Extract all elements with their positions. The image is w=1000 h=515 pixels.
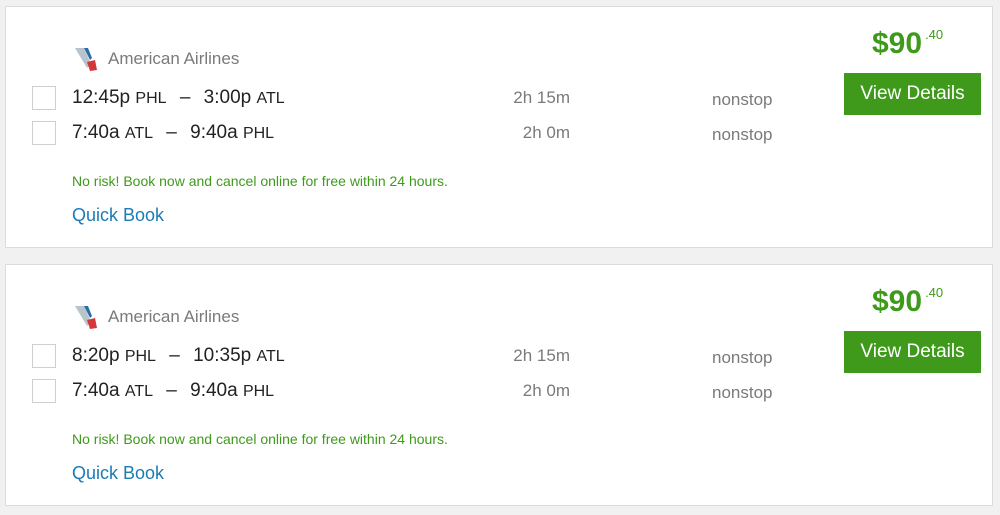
leg-stops: nonstop (712, 90, 773, 109)
flight-leg-outbound: 8:20p PHL – 10:35p ATL 2h 15m nonstop (32, 343, 792, 371)
leg-times: 7:40a ATL – 9:40a PHL (72, 380, 274, 402)
depart-time: 7:40a (72, 380, 120, 401)
leg-stops: nonstop (712, 383, 773, 402)
leg-times: 12:45p PHL – 3:00p ATL (72, 87, 285, 109)
flight-leg-return: 7:40a ATL – 9:40a PHL 2h 0m nonstop (32, 378, 792, 406)
depart-time: 8:20p (72, 345, 120, 366)
leg-duration: 2h 0m (522, 123, 570, 142)
depart-airport-code: PHL (135, 90, 167, 107)
flight-leg-outbound: 12:45p PHL – 3:00p ATL 2h 15m nonstop (32, 85, 792, 113)
arrive-time: 9:40a (190, 380, 238, 401)
arrive-airport-code: ATL (256, 348, 285, 365)
leg-duration: 2h 15m (513, 88, 570, 107)
free-cancellation-notice: No risk! Book now and cancel online for … (72, 173, 448, 189)
leg-checkbox[interactable] (32, 121, 56, 145)
quick-book-link[interactable]: Quick Book (72, 463, 164, 484)
price: $90.40 (872, 27, 943, 61)
leg-stops: nonstop (712, 348, 773, 367)
leg-times: 8:20p PHL – 10:35p ATL (72, 345, 285, 367)
flight-leg-return: 7:40a ATL – 9:40a PHL 2h 0m nonstop (32, 120, 792, 148)
view-details-button[interactable]: View Details (844, 331, 981, 373)
leg-duration: 2h 0m (522, 381, 570, 400)
airline-info: American Airlines (72, 303, 239, 331)
view-details-button[interactable]: View Details (844, 73, 981, 115)
arrive-airport-code: PHL (242, 125, 275, 142)
price-dollars: $90 (872, 27, 923, 60)
leg-checkbox[interactable] (32, 86, 56, 110)
leg-stops: nonstop (712, 125, 773, 144)
airline-name: American Airlines (108, 49, 240, 68)
arrive-airport-code: ATL (256, 90, 285, 107)
depart-airport-code: ATL (124, 383, 153, 400)
time-separator: – (166, 380, 177, 401)
airline-info: American Airlines (72, 45, 239, 73)
depart-airport-code: PHL (124, 348, 156, 365)
depart-time: 12:45p (72, 87, 131, 108)
arrive-airport-code: PHL (242, 383, 275, 400)
price-dollars: $90 (872, 285, 923, 318)
leg-checkbox[interactable] (32, 379, 56, 403)
leg-times: 7:40a ATL – 9:40a PHL (72, 122, 274, 144)
price-cents: .40 (925, 285, 944, 300)
flight-result-card: American Airlines 8:20p PHL – 10:35p ATL… (5, 264, 993, 506)
american-airlines-logo-icon (75, 48, 97, 71)
american-airlines-logo-icon (75, 306, 97, 329)
depart-time: 7:40a (72, 122, 120, 143)
flight-result-card: American Airlines 12:45p PHL – 3:00p ATL… (5, 6, 993, 248)
arrive-time: 9:40a (190, 122, 238, 143)
price: $90.40 (872, 285, 943, 319)
leg-duration: 2h 15m (513, 346, 570, 365)
arrive-time: 10:35p (193, 345, 252, 366)
free-cancellation-notice: No risk! Book now and cancel online for … (72, 431, 448, 447)
time-separator: – (179, 87, 191, 108)
quick-book-link[interactable]: Quick Book (72, 205, 164, 226)
arrive-time: 3:00p (203, 87, 252, 108)
airline-name: American Airlines (108, 307, 240, 326)
price-cents: .40 (925, 27, 944, 42)
time-separator: – (169, 345, 180, 366)
leg-checkbox[interactable] (32, 344, 56, 368)
time-separator: – (166, 122, 177, 143)
depart-airport-code: ATL (124, 125, 153, 142)
